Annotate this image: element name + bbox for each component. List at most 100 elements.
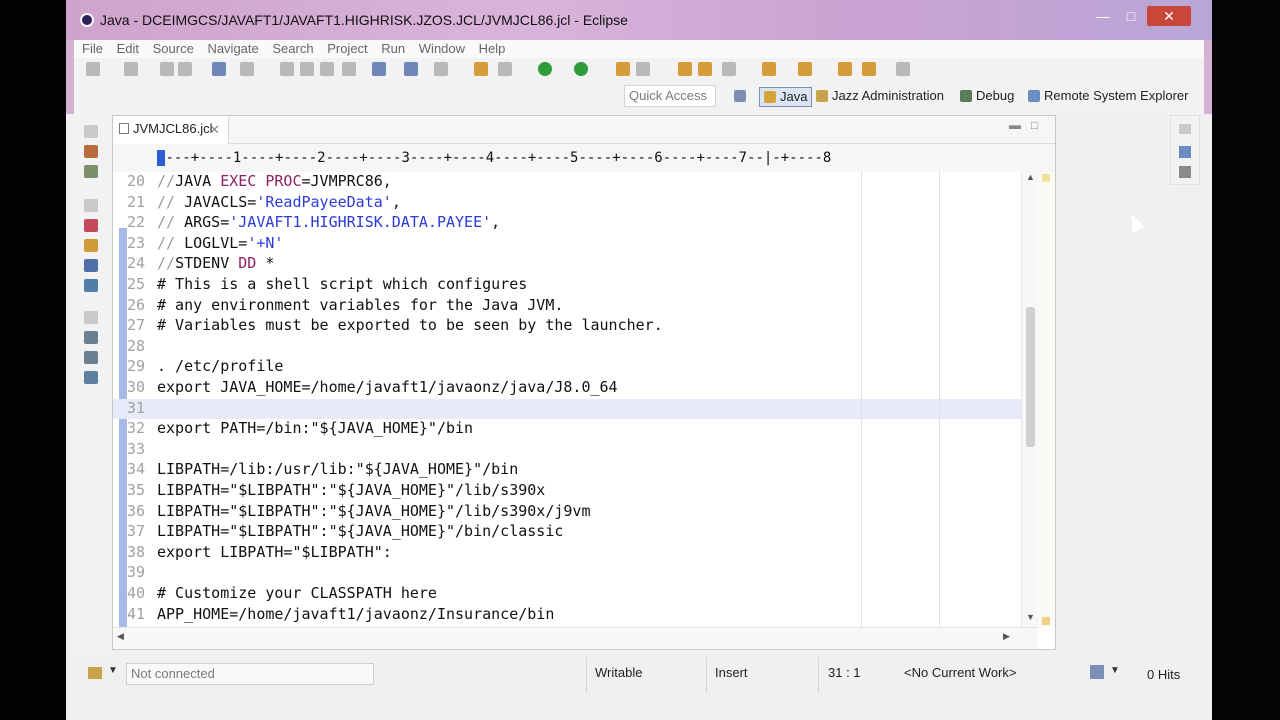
connection-dropdown-icon[interactable]: ▼ — [108, 665, 118, 676]
external-tools-icon[interactable] — [574, 62, 588, 76]
annotation-icon[interactable] — [762, 62, 776, 76]
hex-icon[interactable] — [280, 62, 294, 76]
code-line[interactable]: 22 // ARGS='JAVAFT1.HIGHRISK.DATA.PAYEE', — [113, 213, 1021, 234]
scroll-right-icon[interactable]: ▶ — [1003, 631, 1010, 642]
code-line[interactable]: 36 LIBPATH="$LIBPATH":"${JAVA_HOME}"/lib/… — [113, 502, 1021, 523]
vertical-scroll-thumb[interactable] — [1026, 307, 1035, 447]
task-list-icon[interactable] — [1179, 166, 1191, 178]
menu-project[interactable]: Project — [327, 40, 367, 58]
maximize-editor-icon[interactable]: □ — [1031, 118, 1038, 132]
restore-icon-3[interactable] — [84, 311, 98, 324]
problems-view-icon[interactable] — [84, 351, 98, 364]
back-icon[interactable] — [838, 62, 852, 76]
open-perspective-button[interactable] — [734, 87, 750, 107]
menu-help[interactable]: Help — [479, 40, 506, 58]
code-line[interactable]: 29 . /etc/profile — [113, 357, 1021, 378]
tools-icon[interactable] — [212, 62, 226, 76]
code-line[interactable]: 31 — [113, 398, 1021, 420]
outline-icon[interactable] — [1179, 146, 1191, 158]
debug-icon[interactable] — [498, 62, 512, 76]
save-icon[interactable] — [160, 62, 174, 76]
code-line[interactable]: 35 LIBPATH="$LIBPATH":"${JAVA_HOME}"/lib/… — [113, 481, 1021, 502]
code-area[interactable]: 20 //JAVA EXEC PROC=JVMPRC86, 21 // JAVACLS… — [113, 172, 1021, 627]
code-line[interactable]: 24 //STDENV DD * — [113, 254, 1021, 275]
open-icon[interactable] — [124, 62, 138, 76]
menu-edit[interactable]: Edit — [117, 40, 139, 58]
grid-icon[interactable] — [300, 62, 314, 76]
properties-view-icon[interactable] — [84, 331, 98, 344]
properties-icon[interactable] — [372, 62, 386, 76]
folder-icon[interactable] — [678, 62, 692, 76]
perspective-java[interactable]: Java — [759, 87, 813, 107]
work-items-icon[interactable] — [84, 239, 98, 252]
scroll-up-icon[interactable]: ▲ — [1026, 172, 1035, 182]
package-explorer-icon[interactable] — [84, 145, 98, 158]
code-line[interactable]: 21 // JAVACLS='ReadPayeeData', — [113, 193, 1021, 214]
perspective-remote-system-explorer[interactable]: Remote System Explorer — [1028, 87, 1189, 107]
outline-view-icon[interactable] — [84, 371, 98, 384]
code-line[interactable]: 27 # Variables must be exported to be see… — [113, 316, 1021, 337]
package-icon[interactable] — [616, 62, 630, 76]
code-line[interactable]: 41 APP_HOME=/home/javaft1/javaonz/Insuran… — [113, 605, 1021, 626]
layout-icon[interactable] — [434, 62, 448, 76]
title-bar[interactable]: Java - DCEIMGCS/JAVAFT1/JAVAFT1.HIGHRISK… — [66, 0, 1212, 40]
quick-access-input[interactable]: Quick Access — [624, 85, 716, 107]
forward-icon[interactable] — [896, 62, 910, 76]
menu-navigate[interactable]: Navigate — [207, 40, 258, 58]
restore-right-icon[interactable] — [1179, 124, 1191, 134]
console-icon[interactable] — [84, 259, 98, 272]
new-icon[interactable] — [86, 62, 100, 76]
open-type-icon[interactable] — [698, 62, 712, 76]
code-line[interactable]: 37 LIBPATH="$LIBPATH":"${JAVA_HOME}"/bin/… — [113, 522, 1021, 543]
scroll-down-icon[interactable]: ▼ — [1026, 612, 1035, 622]
perspective-debug[interactable]: Debug — [960, 87, 1014, 107]
team-icon[interactable] — [84, 279, 98, 292]
target-icon[interactable] — [636, 62, 650, 76]
close-tab-icon[interactable]: ✕ — [209, 117, 220, 143]
close-button[interactable]: ✕ — [1147, 6, 1191, 26]
vertical-scrollbar[interactable]: ▲ ▼ — [1021, 172, 1038, 627]
code-line[interactable]: 34 LIBPATH=/lib:/usr/lib:"${JAVA_HOME}"/b… — [113, 460, 1021, 481]
bookmark-icon[interactable] — [404, 62, 418, 76]
paragraph-icon[interactable] — [342, 62, 356, 76]
scroll-left-icon[interactable]: ◀ — [117, 631, 124, 642]
maximize-button[interactable]: □ — [1118, 6, 1144, 26]
code-line[interactable]: 39 — [113, 563, 1021, 584]
connection-icon[interactable] — [88, 667, 102, 679]
code-line[interactable]: 32 export PATH=/bin:"${JAVA_HOME}"/bin — [113, 419, 1021, 440]
hits-dropdown-icon[interactable]: ▼ — [1110, 665, 1120, 676]
run-icon[interactable] — [538, 62, 552, 76]
code-line[interactable]: 30 export JAVA_HOME=/home/javaft1/javaonz… — [113, 378, 1021, 399]
code-line[interactable]: 40 # Customize your CLASSPATH here — [113, 584, 1021, 605]
link-icon[interactable] — [240, 62, 254, 76]
minimize-button[interactable]: — — [1090, 6, 1116, 26]
history-back-icon[interactable] — [862, 62, 876, 76]
status-current-work[interactable]: <No Current Work> — [904, 665, 1016, 680]
hierarchy-icon[interactable] — [84, 165, 98, 178]
code-line[interactable]: 20 //JAVA EXEC PROC=JVMPRC86, — [113, 172, 1021, 193]
code-line[interactable]: 23 // LOGLVL='+N' — [113, 234, 1021, 255]
code-line[interactable]: 25 # This is a shell script which configu… — [113, 275, 1021, 296]
perspective-jazz-administration[interactable]: Jazz Administration — [816, 87, 944, 107]
next-annotation-icon[interactable] — [798, 62, 812, 76]
code-line[interactable]: 28 — [113, 337, 1021, 358]
code-line[interactable]: 33 — [113, 440, 1021, 461]
horizontal-scrollbar[interactable]: ◀ ▶ — [113, 627, 1038, 649]
editor-tab-jvmjcl86[interactable]: JVMJCL86.jcl ✕ — [113, 116, 229, 144]
menu-search[interactable]: Search — [272, 40, 313, 58]
restore-icon-2[interactable] — [84, 199, 98, 212]
search-hits-icon[interactable] — [1090, 665, 1104, 679]
build-icon[interactable] — [474, 62, 488, 76]
menu-file[interactable]: File — [82, 40, 103, 58]
code-line[interactable]: 26 # any environment variables for the Ja… — [113, 296, 1021, 317]
menu-source[interactable]: Source — [153, 40, 194, 58]
code-line[interactable]: 38 export LIBPATH="$LIBPATH": — [113, 543, 1021, 564]
search-tool-icon[interactable] — [722, 62, 736, 76]
menu-run[interactable]: Run — [381, 40, 405, 58]
remote-systems-icon[interactable] — [84, 219, 98, 232]
overview-ruler[interactable] — [1038, 172, 1055, 627]
format-icon[interactable] — [320, 62, 334, 76]
save-all-icon[interactable] — [178, 62, 192, 76]
restore-icon[interactable] — [84, 125, 98, 138]
menu-window[interactable]: Window — [419, 40, 465, 58]
